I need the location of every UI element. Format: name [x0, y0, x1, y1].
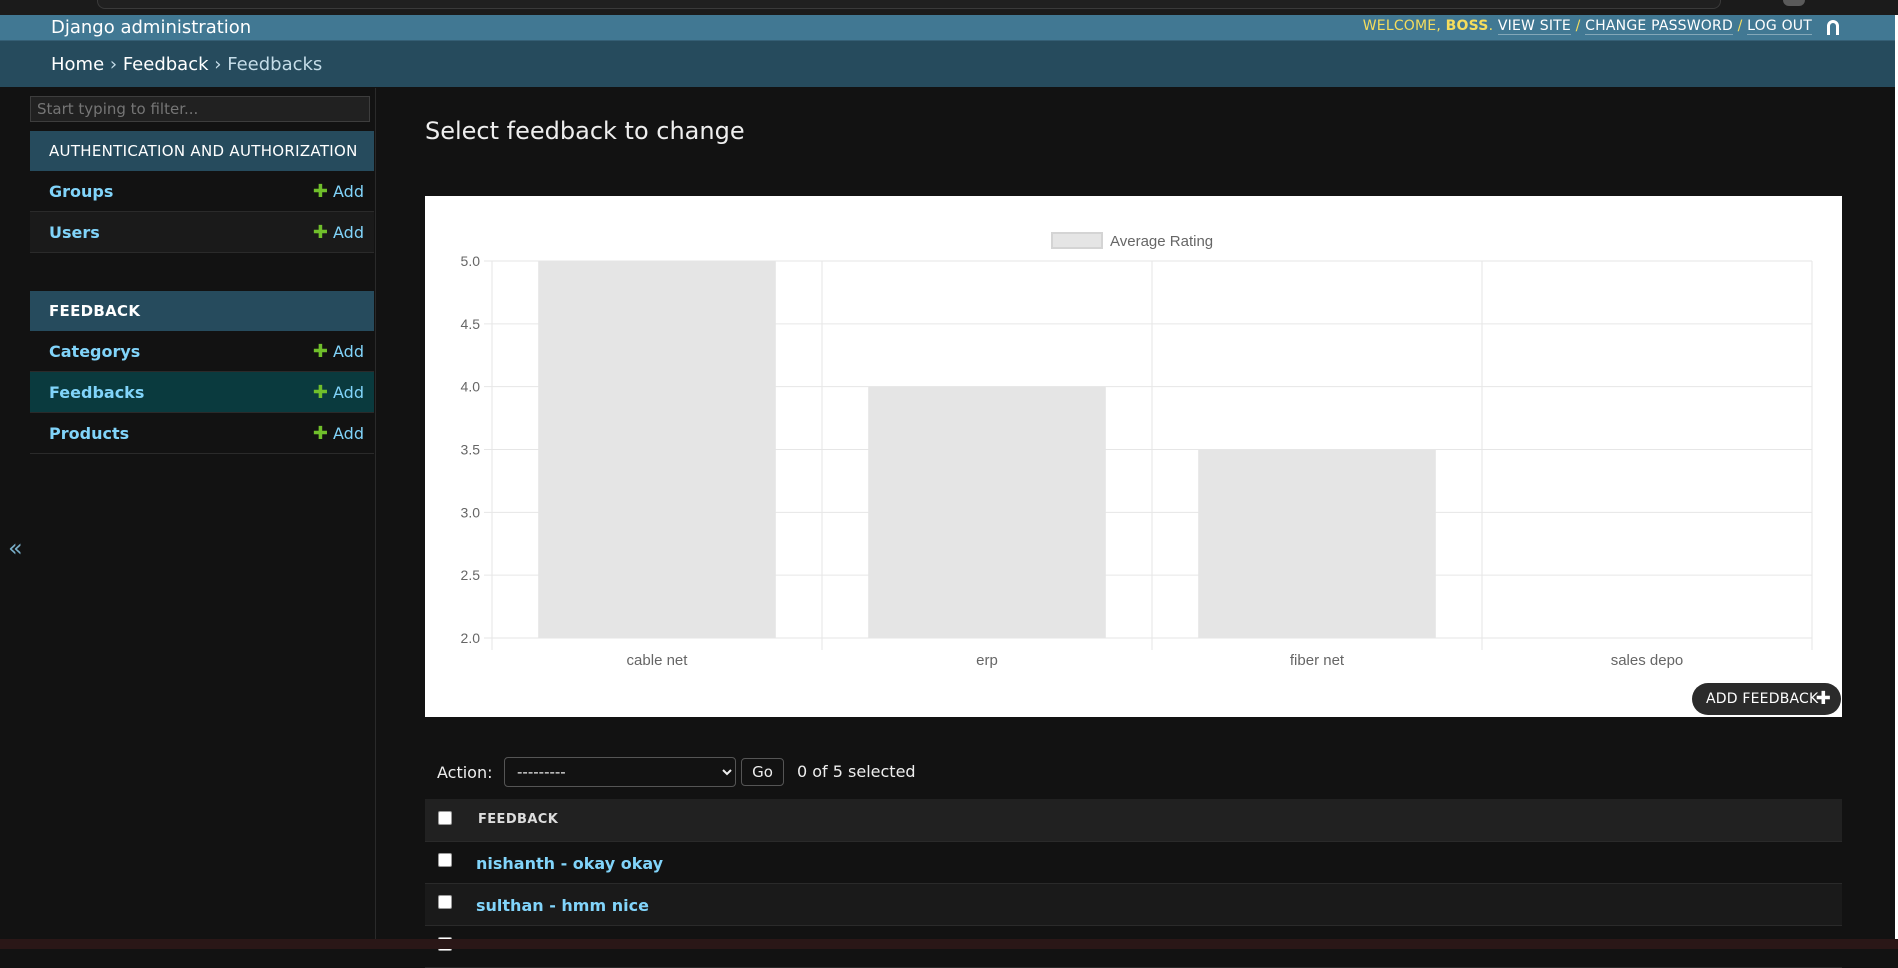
- browser-frame: [0, 0, 1898, 15]
- sidebar-item-feedbacks: Feedbacks ✚ Add: [30, 372, 374, 413]
- add-category-link[interactable]: ✚ Add: [313, 341, 364, 362]
- user-tools: WELCOME, BOSS. VIEW SITE / CHANGE PASSWO…: [1362, 18, 1812, 35]
- row-checkbox[interactable]: [438, 895, 452, 909]
- sidebar-item-categorys: Categorys ✚ Add: [30, 331, 374, 372]
- taskbar-edge: [0, 939, 1898, 949]
- sidebar-collapse-button[interactable]: «: [0, 88, 28, 939]
- welcome-text: WELCOME,: [1362, 18, 1446, 34]
- module-feedback: FEEDBACK Categorys ✚ Add Feedbacks ✚ Add P…: [30, 291, 374, 454]
- breadcrumb-app[interactable]: Feedback: [123, 54, 209, 75]
- sidebar-item-users: Users ✚ Add: [30, 212, 374, 253]
- action-label: Action:: [437, 763, 493, 782]
- view-site-link[interactable]: VIEW SITE: [1497, 18, 1571, 35]
- selection-counter: 0 of 5 selected: [797, 762, 916, 781]
- sidebar-filter-input[interactable]: [30, 96, 370, 122]
- page-title: Select feedback to change: [425, 117, 745, 145]
- sidebar-item-products: Products ✚ Add: [30, 413, 374, 454]
- browser-address-bar: [97, 0, 1721, 9]
- module-caption[interactable]: AUTHENTICATION AND AUTHORIZATION: [30, 131, 374, 171]
- add-feedback-link[interactable]: ✚ Add: [313, 382, 364, 403]
- log-out-link[interactable]: LOG OUT: [1747, 18, 1812, 35]
- plus-icon: ✚: [312, 423, 329, 444]
- action-select[interactable]: ---------: [504, 757, 736, 787]
- sidebar-item-groups: Groups ✚ Add: [30, 171, 374, 212]
- breadcrumb-separator: ›: [208, 54, 228, 75]
- y-tick-label: 2.0: [461, 630, 481, 646]
- separator: /: [1570, 18, 1586, 34]
- add-label: Add: [333, 223, 364, 242]
- breadcrumb-current: Feedbacks: [227, 54, 323, 75]
- select-all-checkbox[interactable]: [438, 811, 452, 825]
- column-header-feedback[interactable]: FEEDBACK: [478, 812, 558, 827]
- average-rating-chart: 5.0 4.5 4.0 3.5 3.0 2.5 2.0 cable net erp fiber n…: [425, 196, 1842, 717]
- row-link[interactable]: nishanth - okay okay: [476, 854, 663, 873]
- change-password-link[interactable]: CHANGE PASSWORD: [1585, 18, 1733, 35]
- add-label: Add: [333, 383, 364, 402]
- y-tick-label: 4.0: [461, 379, 481, 395]
- action-bar: Action: --------- Go 0 of 5 selected: [425, 755, 1842, 789]
- y-tick-label: 5.0: [461, 253, 481, 269]
- add-product-link[interactable]: ✚ Add: [313, 423, 364, 444]
- x-tick-label: cable net: [627, 652, 689, 669]
- header: Django administration WELCOME, BOSS. VIE…: [0, 15, 1898, 41]
- add-group-link[interactable]: ✚ Add: [313, 181, 364, 202]
- add-label: Add: [333, 182, 364, 201]
- bar: [538, 261, 776, 638]
- legend-swatch: [1051, 232, 1103, 249]
- breadcrumb-separator: ›: [104, 54, 123, 75]
- plus-icon: ✚: [312, 222, 329, 243]
- username: BOSS: [1445, 18, 1489, 34]
- welcome-suffix: .: [1488, 18, 1494, 34]
- y-tick-label: 4.5: [461, 316, 481, 332]
- add-feedback-button[interactable]: ADD FEEDBACK ✚: [1692, 683, 1841, 715]
- y-tick-label: 3.5: [461, 442, 481, 458]
- table-row: sulthan - hmm nice: [425, 884, 1842, 926]
- chart-svg: 5.0 4.5 4.0 3.5 3.0 2.5 2.0 cable net erp fiber n…: [461, 232, 1813, 669]
- legend-label: Average Rating: [1110, 233, 1213, 250]
- plus-icon: ✚: [312, 382, 329, 403]
- sidebar-item-label[interactable]: Users: [49, 223, 100, 242]
- x-tick-label: fiber net: [1290, 652, 1345, 669]
- breadcrumb-home[interactable]: Home: [51, 54, 104, 75]
- plus-icon: ✚: [1815, 688, 1831, 709]
- add-label: Add: [333, 342, 364, 361]
- table-row: nishanth - okay okay: [425, 842, 1842, 884]
- add-user-link[interactable]: ✚ Add: [313, 222, 364, 243]
- double-chevron-left-icon: «: [8, 534, 23, 562]
- x-tick-label: sales depo: [1611, 652, 1684, 669]
- y-tick-label: 2.5: [461, 567, 481, 583]
- browser-profile-icon: [1783, 0, 1805, 6]
- plus-icon: ✚: [312, 181, 329, 202]
- row-link[interactable]: sulthan - hmm nice: [476, 896, 649, 915]
- plus-icon: ✚: [312, 341, 329, 362]
- theme-toggle-icon[interactable]: [1824, 17, 1842, 35]
- breadcrumb: Home › Feedback › Feedbacks: [0, 41, 1898, 87]
- bar: [868, 386, 1106, 638]
- add-label: Add: [333, 424, 364, 443]
- module-caption[interactable]: FEEDBACK: [30, 291, 374, 331]
- bar: [1198, 449, 1436, 638]
- separator: /: [1732, 18, 1748, 34]
- y-tick-label: 3.0: [461, 504, 481, 520]
- x-tick-label: erp: [976, 652, 998, 669]
- table-header: FEEDBACK: [425, 799, 1842, 842]
- add-feedback-label: ADD FEEDBACK: [1706, 691, 1819, 707]
- sidebar-item-label[interactable]: Products: [49, 424, 129, 443]
- sidebar-item-label[interactable]: Feedbacks: [49, 383, 144, 402]
- go-button[interactable]: Go: [741, 758, 784, 786]
- site-brand-link[interactable]: Django administration: [51, 17, 251, 38]
- row-checkbox[interactable]: [438, 853, 452, 867]
- module-auth: AUTHENTICATION AND AUTHORIZATION Groups …: [30, 131, 374, 253]
- sidebar-item-label[interactable]: Groups: [49, 182, 113, 201]
- sidebar-item-label[interactable]: Categorys: [49, 342, 140, 361]
